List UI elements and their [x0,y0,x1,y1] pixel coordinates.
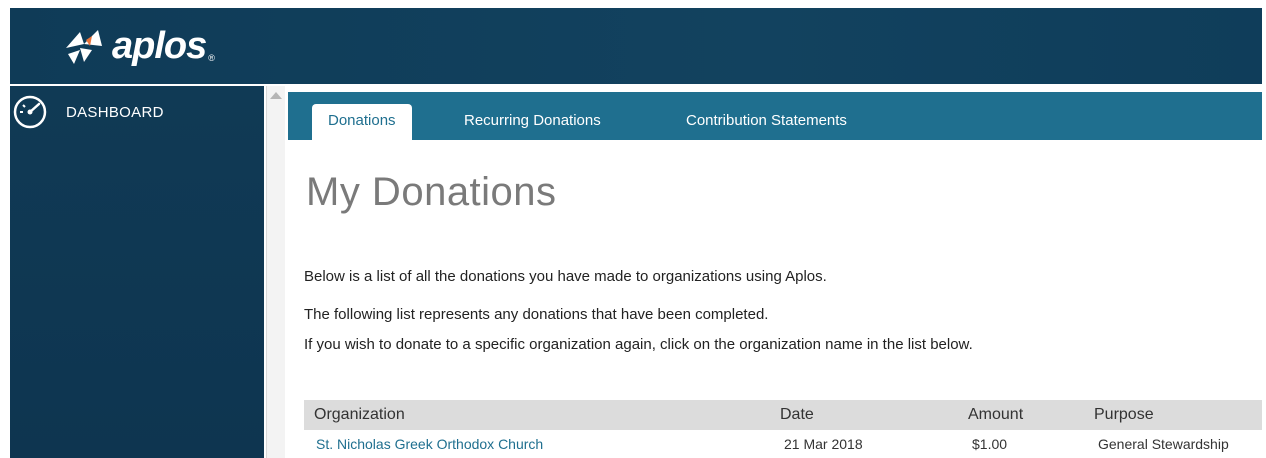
table-header: Organization Date Amount Purpose [304,400,1262,430]
intro-paragraph: Below is a list of all the donations you… [304,268,827,285]
sidebar: DASHBOARD [10,86,264,458]
tab-bar: Donations Recurring Donations Contributi… [288,92,1262,140]
column-header-amount[interactable]: Amount [968,406,1023,424]
page-title: My Donations [306,170,557,214]
column-header-organization[interactable]: Organization [314,406,405,424]
aplos-logo-icon [66,30,102,64]
column-header-purpose[interactable]: Purpose [1094,406,1154,424]
sidebar-scrollbar[interactable] [266,86,285,458]
organization-link[interactable]: St. Nicholas Greek Orthodox Church [316,436,543,452]
app-window: aplos ® DASHBOARD Donations Recurring Do… [10,8,1262,458]
sidebar-item-dashboard[interactable]: DASHBOARD [10,90,264,134]
logo-registered-mark: ® [208,53,215,63]
donation-purpose: General Stewardship [1098,436,1229,452]
logo-text: aplos [112,24,207,67]
completed-note: The following list represents any donati… [304,306,769,323]
tab-recurring-donations[interactable]: Recurring Donations [464,104,601,140]
tab-contribution-statements[interactable]: Contribution Statements [686,104,847,140]
tab-donations[interactable]: Donations [312,104,412,140]
column-header-date[interactable]: Date [780,406,814,424]
speedometer-icon [13,95,47,129]
donation-amount: $1.00 [972,436,1008,452]
aplos-logo[interactable]: aplos ® [62,18,215,74]
donate-again-note: If you wish to donate to a specific orga… [304,336,973,353]
main-content: My Donations Below is a list of all the … [304,140,1262,458]
table-row: St. Nicholas Greek Orthodox Church 21 Ma… [304,430,1262,458]
scroll-up-arrow-icon[interactable] [270,92,282,99]
sidebar-item-label: DASHBOARD [66,103,164,121]
donation-date: 21 Mar 2018 [784,436,863,452]
top-bar: aplos ® [10,8,1262,84]
